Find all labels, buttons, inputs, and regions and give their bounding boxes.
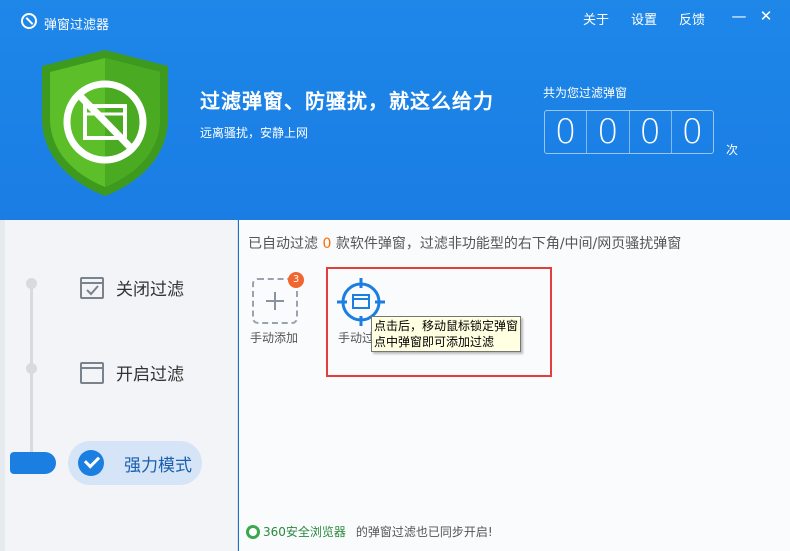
feedback-link[interactable]: 反馈 — [679, 9, 705, 28]
header: 弹窗过滤器 关于 设置 反馈 — ✕ 过滤弹窗、防骚扰，就这么给力 远离骚扰，安… — [0, 0, 790, 220]
content-panel: 已自动过滤 0 款软件弹窗，过滤非功能型的右下角/中间/网页骚扰弹窗 3 手动添… — [239, 220, 790, 551]
manual-filter-label: 手动过 — [338, 331, 375, 345]
mode-track — [30, 282, 33, 472]
browser-logo-icon — [246, 524, 260, 539]
tooltip: 点击后，移动鼠标锁定弹窗 点中弹窗即可添加过滤 — [371, 316, 521, 352]
shield-icon — [38, 48, 173, 198]
counter-digit: 0 — [545, 111, 588, 153]
counter-label: 共为您过滤弹窗 — [543, 86, 628, 100]
close-button[interactable]: ✕ — [755, 6, 777, 26]
counter-digit: 0 — [587, 111, 630, 153]
title-bar: 弹窗过滤器 关于 设置 反馈 — ✕ — [0, 0, 790, 34]
mode-off-label: 关闭过滤 — [116, 280, 184, 300]
subline: 远离骚扰，安静上网 — [200, 126, 309, 140]
app-title: 弹窗过滤器 — [44, 18, 110, 33]
check-circle-icon — [78, 450, 104, 476]
app-logo-icon — [21, 13, 37, 29]
mode-off-button[interactable]: 关闭过滤 — [80, 275, 184, 300]
mode-on-button[interactable]: 开启过滤 — [80, 360, 184, 385]
counter-digit: 0 — [630, 111, 672, 153]
settings-link[interactable]: 设置 — [631, 9, 657, 28]
filter-info: 已自动过滤 0 款软件弹窗，过滤非功能型的右下角/中间/网页骚扰弹窗 — [248, 233, 681, 253]
counter-digit: 0 — [681, 112, 704, 152]
counter-box: 0 0 0 0 — [544, 110, 714, 154]
mode-strong-button[interactable]: 强力模式 — [68, 441, 202, 485]
info-suffix: 款软件弹窗，过滤非功能型的右下角/中间/网页骚扰弹窗 — [331, 236, 682, 252]
track-dot — [26, 363, 37, 374]
mode-strong-label: 强力模式 — [124, 455, 192, 476]
manual-add-label: 手动添加 — [250, 331, 299, 345]
window-check-icon — [80, 276, 104, 299]
info-prefix: 已自动过滤 — [248, 236, 323, 252]
window-icon — [80, 361, 104, 384]
footer: 360安全浏览器 的弹窗过滤也已同步开启! — [246, 523, 493, 540]
minimize-button[interactable]: — — [728, 6, 750, 26]
browser-link[interactable]: 360安全浏览器 — [263, 523, 346, 540]
counter-unit: 次 — [726, 143, 739, 157]
about-link[interactable]: 关于 — [583, 9, 609, 28]
manual-add-badge: 3 — [288, 272, 304, 288]
track-dot — [26, 278, 37, 289]
mode-panel: 关闭过滤 开启过滤 强力模式 — [0, 220, 238, 551]
mode-on-label: 开启过滤 — [116, 365, 184, 385]
headline: 过滤弹窗、防骚扰，就这么给力 — [200, 89, 494, 113]
tooltip-line: 点中弹窗即可添加过滤 — [374, 335, 495, 349]
tooltip-line: 点击后，移动鼠标锁定弹窗 — [374, 319, 519, 333]
mode-slider-marker[interactable] — [10, 452, 56, 474]
panel-edge — [0, 220, 5, 551]
footer-text: 的弹窗过滤也已同步开启! — [355, 525, 493, 539]
